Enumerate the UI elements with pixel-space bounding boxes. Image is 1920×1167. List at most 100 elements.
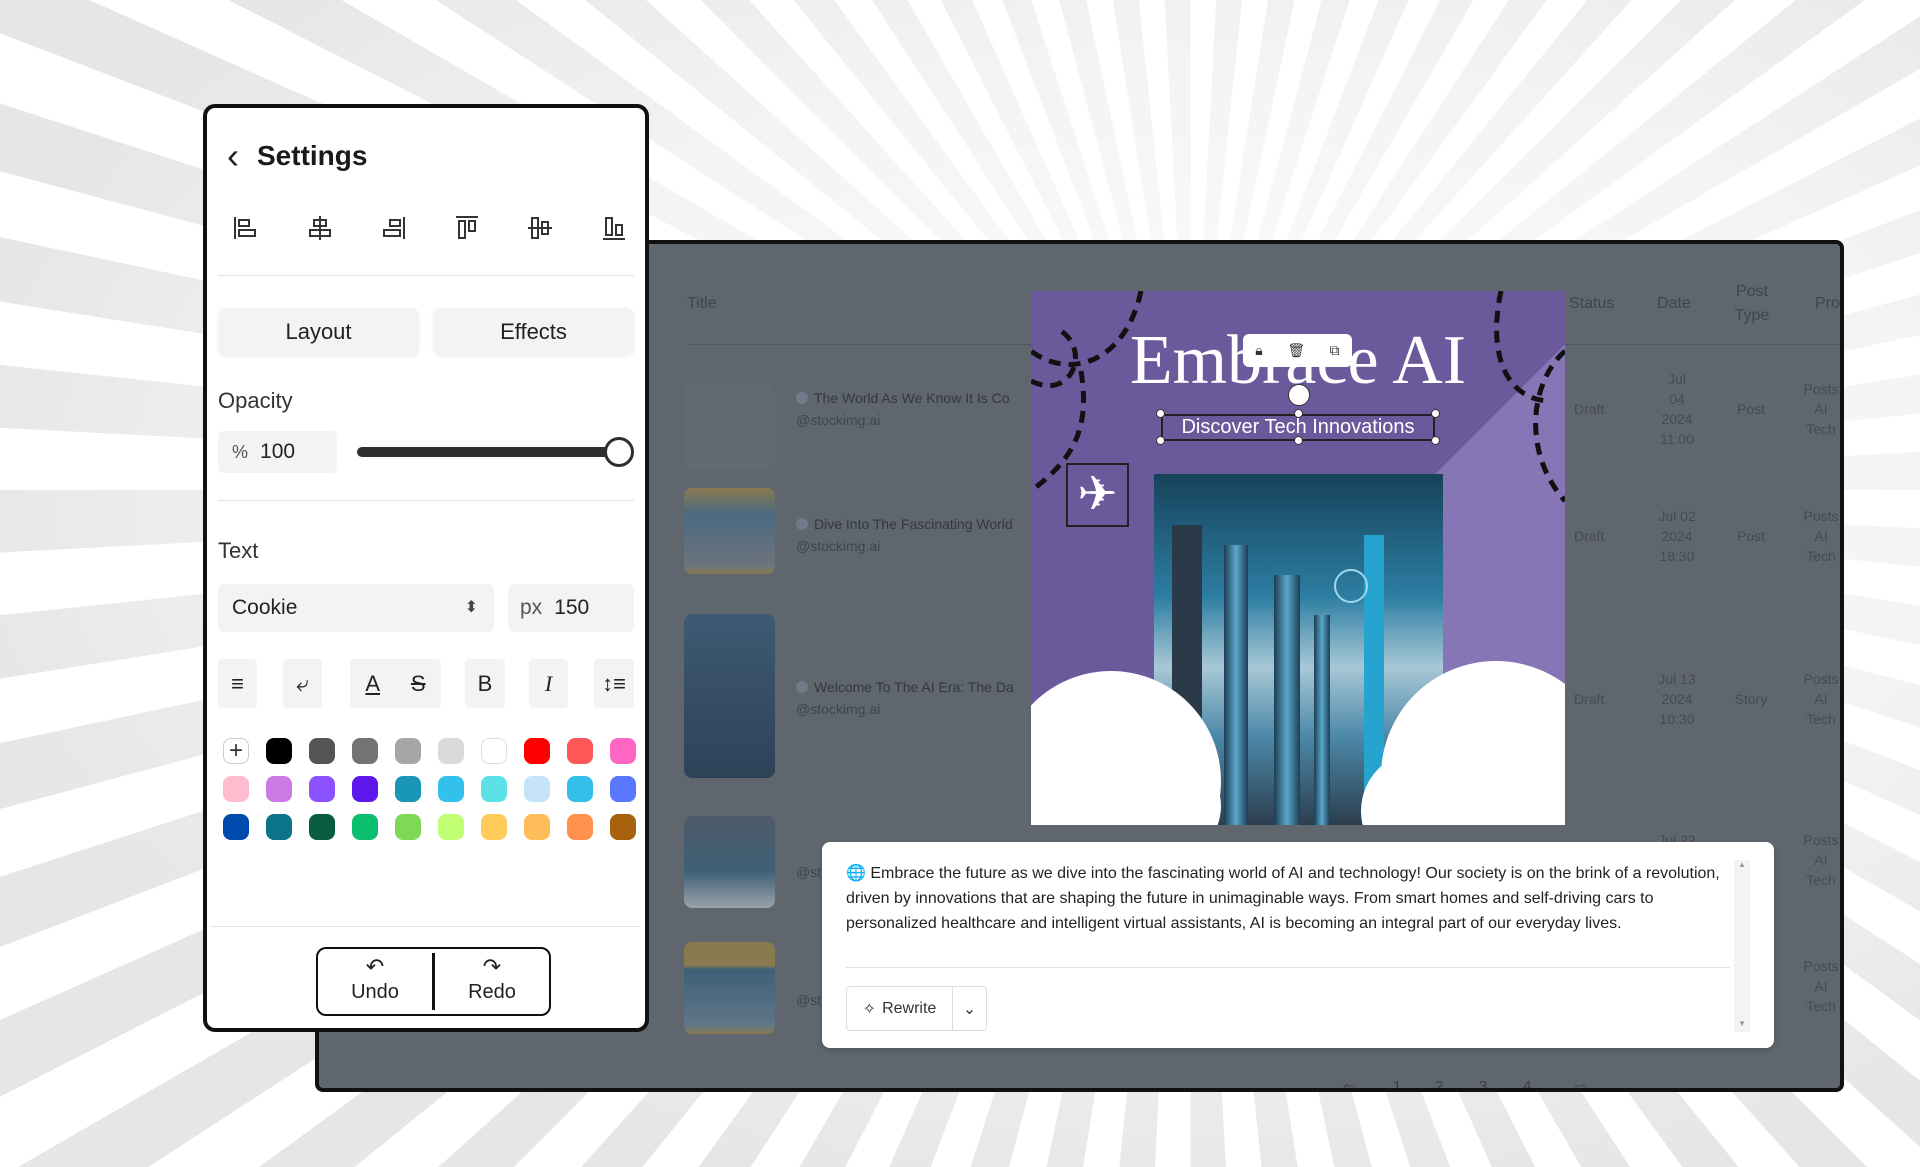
align-top-icon[interactable]: [453, 214, 481, 242]
color-swatch[interactable]: [309, 776, 335, 802]
row-thumbnail[interactable]: [684, 614, 775, 778]
pagination-page-2[interactable]: 2: [1435, 1078, 1443, 1088]
color-swatch[interactable]: [567, 776, 593, 802]
color-swatch[interactable]: [438, 814, 464, 840]
lock-icon[interactable]: 🔒︎: [1255, 342, 1262, 359]
row-handle: @stockimg.ai: [796, 701, 881, 717]
opacity-slider-thumb[interactable]: [604, 437, 634, 467]
align-left-icon[interactable]: [232, 214, 260, 242]
scrollbar[interactable]: ▲ ▼: [1734, 860, 1750, 1032]
pagination-page-1[interactable]: 1: [1393, 1078, 1401, 1088]
bold-button[interactable]: B: [465, 659, 505, 708]
row-pro: Posts AI Tech: [1803, 958, 1839, 1014]
color-swatch[interactable]: [309, 738, 335, 764]
align-right-icon[interactable]: [379, 214, 407, 242]
color-swatch[interactable]: [352, 814, 378, 840]
card-divider: [846, 967, 1730, 968]
row-pro: Posts AI Tech: [1803, 832, 1839, 888]
col-header-title[interactable]: Title: [687, 292, 717, 316]
underline-icon[interactable]: A: [365, 671, 380, 697]
poster-canvas[interactable]: Embrace AI 🔒︎ 🗑︎ ⧉ Discover Tech Innovat…: [1031, 291, 1565, 825]
chevron-down-icon[interactable]: ⌄: [953, 999, 986, 1019]
row-thumbnail[interactable]: [684, 816, 775, 908]
row-title[interactable]: Welcome To The AI Era: The Da: [796, 679, 1014, 695]
opacity-input[interactable]: % 100: [218, 431, 337, 473]
text-wrap-button[interactable]: ⤶: [283, 659, 322, 708]
airplane-icon[interactable]: ✈: [1066, 463, 1129, 527]
pagination-page-4[interactable]: 4: [1523, 1078, 1531, 1088]
back-icon[interactable]: ‹: [227, 136, 239, 176]
resize-handle[interactable]: [1156, 409, 1165, 418]
color-swatch[interactable]: [567, 738, 593, 764]
font-size-input[interactable]: px 150: [508, 584, 634, 632]
col-header-pro[interactable]: Pro: [1815, 292, 1840, 316]
color-swatch[interactable]: [266, 776, 292, 802]
color-swatch[interactable]: [395, 738, 421, 764]
col-header-date[interactable]: Date: [1657, 292, 1691, 316]
divider: [218, 500, 634, 501]
color-swatch[interactable]: [395, 814, 421, 840]
color-swatch[interactable]: [610, 776, 636, 802]
color-swatch[interactable]: [567, 814, 593, 840]
copy-icon[interactable]: ⧉: [1330, 342, 1340, 359]
color-swatch[interactable]: [610, 814, 636, 840]
row-title[interactable]: Dive Into The Fascinating World: [796, 516, 1013, 532]
rotate-handle[interactable]: [1288, 384, 1310, 406]
divider: [218, 275, 634, 276]
pagination-page-3[interactable]: 3: [1479, 1078, 1487, 1088]
strikethrough-icon[interactable]: S: [411, 671, 426, 697]
add-color-button[interactable]: +: [223, 738, 249, 764]
resize-handle[interactable]: [1431, 436, 1440, 445]
color-swatch[interactable]: [309, 814, 335, 840]
color-swatch[interactable]: [524, 738, 550, 764]
font-family-select[interactable]: Cookie ⬍: [218, 584, 494, 632]
resize-handle[interactable]: [1294, 409, 1303, 418]
row-thumbnail[interactable]: [684, 384, 775, 470]
col-header-status[interactable]: Status: [1569, 292, 1614, 316]
wrap-icon: ⤶: [296, 670, 309, 696]
italic-button[interactable]: I: [529, 659, 568, 708]
italic-icon: I: [544, 670, 553, 696]
redo-button[interactable]: ↷ Redo: [435, 953, 549, 1010]
color-swatch[interactable]: [481, 814, 507, 840]
text-align-button[interactable]: ≡: [218, 659, 257, 708]
color-swatch[interactable]: [266, 814, 292, 840]
pagination-next[interactable]: ⇨: [1575, 1078, 1588, 1088]
line-height-button[interactable]: ↕≡: [594, 659, 634, 708]
color-swatch[interactable]: [352, 776, 378, 802]
undo-button[interactable]: ↶ Undo: [318, 953, 435, 1010]
resize-handle[interactable]: [1294, 436, 1303, 445]
color-swatch[interactable]: [223, 814, 249, 840]
row-thumbnail[interactable]: [684, 488, 775, 574]
color-swatch[interactable]: [438, 738, 464, 764]
color-swatch[interactable]: [524, 776, 550, 802]
align-middle-icon[interactable]: [526, 214, 554, 242]
color-swatch[interactable]: [481, 776, 507, 802]
color-swatch[interactable]: [223, 776, 249, 802]
caption-text[interactable]: 🌐 Embrace the future as we dive into the…: [846, 861, 1730, 936]
row-handle: @stockimg.ai: [796, 412, 881, 428]
opacity-slider-track[interactable]: [357, 447, 619, 457]
redo-label: Redo: [468, 981, 516, 1003]
align-bottom-icon[interactable]: [600, 214, 628, 242]
align-center-horizontal-icon[interactable]: [306, 214, 334, 242]
text-label: Text: [218, 538, 259, 563]
color-swatch[interactable]: [610, 738, 636, 764]
tab-effects[interactable]: Effects: [433, 308, 634, 356]
trash-icon[interactable]: 🗑︎: [1287, 342, 1305, 359]
pagination-prev[interactable]: ⇦: [1343, 1078, 1356, 1088]
color-swatch[interactable]: [266, 738, 292, 764]
col-header-post-type[interactable]: Post Type: [1727, 280, 1777, 328]
row-thumbnail[interactable]: [684, 942, 775, 1034]
resize-handle[interactable]: [1431, 409, 1440, 418]
color-swatch[interactable]: [352, 738, 378, 764]
tab-layout[interactable]: Layout: [218, 308, 419, 356]
resize-handle[interactable]: [1156, 436, 1165, 445]
color-swatch[interactable]: [481, 738, 507, 764]
row-title[interactable]: The World As We Know It Is Co: [796, 390, 1010, 406]
color-swatch[interactable]: [395, 776, 421, 802]
color-swatch[interactable]: [438, 776, 464, 802]
row-handle: @st: [796, 864, 822, 880]
rewrite-button[interactable]: ✧ Rewrite: [847, 987, 953, 1030]
color-swatch[interactable]: [524, 814, 550, 840]
